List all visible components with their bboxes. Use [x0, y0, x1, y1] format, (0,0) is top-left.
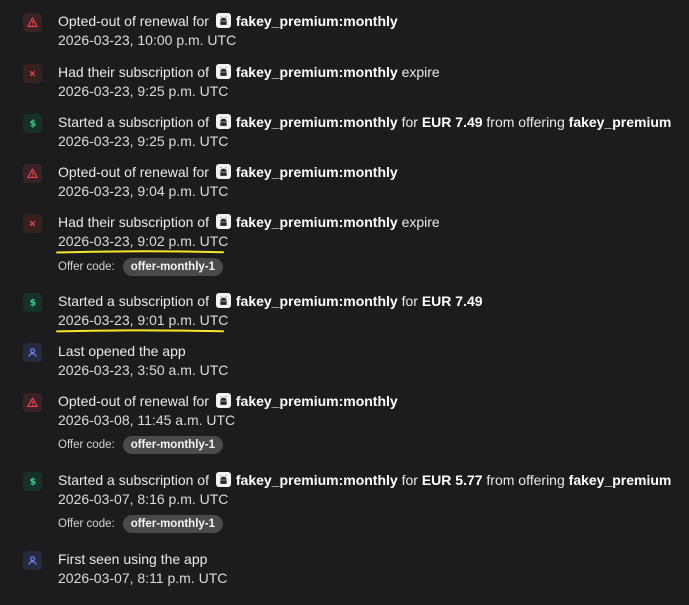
- event-description: Started a subscription of fakey_premium:…: [58, 113, 671, 131]
- offer-code-chip[interactable]: offer-monthly-1: [122, 436, 224, 454]
- dollar-icon: $: [23, 114, 42, 133]
- event-timestamp: 2026-03-23, 9:25 p.m. UTC: [58, 133, 229, 149]
- expire-x-icon: [23, 214, 42, 233]
- android-icon: [215, 164, 231, 179]
- event-timestamp: 2026-03-23, 9:02 p.m. UTC: [58, 233, 229, 249]
- event-timestamp: 2026-03-23, 9:04 p.m. UTC: [58, 183, 229, 199]
- warning-icon: [23, 13, 42, 32]
- event-description: Had their subscription of fakey_premium:…: [58, 63, 440, 81]
- dollar-icon: $: [23, 293, 42, 312]
- product-id: fakey_premium:monthly: [235, 164, 398, 180]
- offer-code-label: Offer code:: [58, 518, 115, 530]
- product-id: fakey_premium:monthly: [235, 393, 398, 409]
- price: EUR 7.49: [421, 114, 483, 130]
- from-offering-text: from offering: [486, 472, 565, 488]
- event-action-text: Started a subscription of: [58, 293, 209, 309]
- android-icon: [215, 293, 231, 308]
- event-description: Opted-out of renewal for fakey_premium:m…: [58, 392, 398, 410]
- offer-code-chip[interactable]: offer-monthly-1: [122, 258, 224, 276]
- product-id: fakey_premium:monthly: [235, 114, 398, 130]
- dollar-icon: $: [23, 472, 42, 491]
- event-timestamp: 2026-03-23, 9:01 p.m. UTC: [58, 312, 229, 328]
- event-timestamp: 2026-03-07, 8:16 p.m. UTC: [58, 491, 229, 507]
- event-timestamp: 2026-03-08, 11:45 a.m. UTC: [58, 412, 236, 428]
- event-timestamp: 2026-03-23, 9:25 p.m. UTC: [58, 83, 229, 99]
- highlight-underline: [56, 250, 224, 254]
- event-action-text: First seen using the app: [58, 551, 208, 567]
- event-description: Started a subscription of fakey_premium:…: [58, 292, 483, 310]
- android-icon: [215, 393, 231, 408]
- event-description: Opted-out of renewal for fakey_premium:m…: [58, 12, 398, 30]
- offering-id: fakey_premium: [568, 114, 672, 130]
- android-icon: [215, 13, 231, 28]
- event-action-text: Had their subscription of: [58, 214, 209, 230]
- svg-text:$: $: [29, 298, 35, 308]
- offer-code-row: Offer code: offer-monthly-1: [58, 436, 224, 454]
- offer-code-row: Offer code: offer-monthly-1: [58, 258, 224, 276]
- event-action-text: Opted-out of renewal for: [58, 13, 209, 29]
- warning-icon: [23, 393, 42, 412]
- event-action-text: Opted-out of renewal for: [58, 393, 209, 409]
- highlight-underline: [56, 329, 224, 333]
- user-icon: [23, 551, 42, 570]
- svg-text:$: $: [29, 119, 35, 129]
- offer-code-label: Offer code:: [58, 261, 115, 273]
- user-icon: [23, 343, 42, 362]
- event-suffix-text: expire: [401, 64, 440, 80]
- product-id: fakey_premium:monthly: [235, 214, 398, 230]
- from-offering-text: from offering: [486, 114, 565, 130]
- android-icon: [215, 64, 231, 79]
- event-action-text: Opted-out of renewal for: [58, 164, 209, 180]
- price: EUR 5.77: [421, 472, 483, 488]
- expire-x-icon: [23, 64, 42, 83]
- event-action-text: Last opened the app: [58, 343, 186, 359]
- android-icon: [215, 472, 231, 487]
- product-id: fakey_premium:monthly: [235, 64, 398, 80]
- event-suffix-text: expire: [401, 214, 440, 230]
- event-description: Started a subscription of fakey_premium:…: [58, 471, 671, 489]
- android-icon: [215, 214, 231, 229]
- event-timestamp: 2026-03-07, 8:11 p.m. UTC: [58, 570, 228, 586]
- android-icon: [215, 114, 231, 129]
- warning-icon: [23, 164, 42, 183]
- product-id: fakey_premium:monthly: [235, 293, 398, 309]
- event-timestamp: 2026-03-23, 10:00 p.m. UTC: [58, 32, 237, 48]
- event-timestamp: 2026-03-23, 3:50 a.m. UTC: [58, 362, 229, 378]
- offering-id: fakey_premium: [568, 472, 672, 488]
- event-action-text: Had their subscription of: [58, 64, 209, 80]
- offer-code-label: Offer code:: [58, 439, 115, 451]
- event-description: First seen using the app: [58, 550, 207, 568]
- event-description: Opted-out of renewal for fakey_premium:m…: [58, 163, 398, 181]
- for-text: for: [401, 472, 418, 488]
- event-description: Last opened the app: [58, 342, 186, 360]
- product-id: fakey_premium:monthly: [235, 472, 398, 488]
- price: EUR 7.49: [421, 293, 483, 309]
- product-id: fakey_premium:monthly: [235, 13, 398, 29]
- for-text: for: [401, 114, 418, 130]
- for-text: for: [401, 293, 418, 309]
- event-action-text: Started a subscription of: [58, 472, 209, 488]
- offer-code-chip[interactable]: offer-monthly-1: [122, 515, 224, 533]
- event-description: Had their subscription of fakey_premium:…: [58, 213, 440, 231]
- svg-text:$: $: [29, 477, 35, 487]
- event-action-text: Started a subscription of: [58, 114, 209, 130]
- offer-code-row: Offer code: offer-monthly-1: [58, 515, 224, 533]
